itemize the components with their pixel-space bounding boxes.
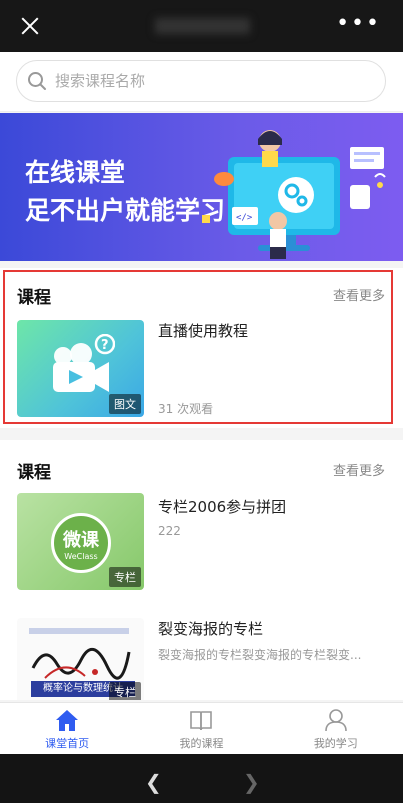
search-input[interactable] (55, 69, 375, 93)
course-subtitle: 222 (158, 524, 181, 538)
banner-illustration: </> (202, 130, 386, 259)
course-title[interactable]: 专栏2006参与拼团 (158, 496, 286, 517)
section-title: 课程 (17, 288, 51, 308)
search-box[interactable] (16, 60, 386, 102)
tab-home[interactable]: 课堂首页 (0, 703, 134, 754)
section-title: 课程 (17, 463, 51, 483)
forward-arrow-icon[interactable]: ❯ (243, 770, 260, 794)
course-section-2: 课程 查看更多 微课 WeClass 专栏 专栏2006参与拼团 222 概率论… (0, 440, 403, 700)
content-type-badge: 图文 (109, 394, 141, 414)
svg-text:</>: </> (236, 213, 253, 223)
course-thumbnail[interactable]: 微课 WeClass 专栏 (17, 493, 144, 590)
tab-my-learning[interactable]: 我的学习 (269, 703, 403, 754)
calligraphy-art (31, 648, 131, 680)
view-more-link[interactable]: 查看更多 (333, 285, 385, 304)
book-icon (190, 711, 213, 731)
tab-label: 我的学习 (313, 737, 358, 750)
user-icon (325, 709, 347, 732)
top-bar: ••• (0, 0, 403, 52)
banner-headline: 在线课堂 (25, 158, 126, 187)
video-camera-icon: ? (53, 334, 115, 392)
weclass-logo: 微课 WeClass (51, 513, 111, 573)
bottom-tab-bar: 课堂首页 我的课程 我的学习 (0, 702, 403, 754)
course-thumbnail[interactable]: ? 图文 (17, 320, 144, 417)
back-arrow-icon[interactable]: ❮ (145, 770, 162, 794)
page-title-blurred (155, 18, 250, 34)
content-type-badge: 专栏 (109, 567, 141, 587)
promo-banner[interactable]: 在线课堂 足不出户就能学习 </> (0, 113, 403, 261)
view-more-link[interactable]: 查看更多 (333, 460, 385, 479)
content-type-badge: 专栏 (109, 682, 141, 700)
banner-subheadline: 足不出户就能学习 (25, 196, 226, 225)
tab-label: 我的课程 (179, 737, 224, 750)
view-count: 31 次观看 (158, 402, 214, 416)
tab-label: 课堂首页 (45, 737, 90, 750)
course-subtitle: 裂变海报的专栏裂变海报的专栏裂变... (158, 648, 362, 662)
course-title[interactable]: 直播使用教程 (158, 320, 248, 341)
tab-my-courses[interactable]: 我的课程 (134, 703, 268, 754)
course-section-1: 课程 查看更多 ? 图文 直播使用教程 31 次观看 (0, 268, 403, 428)
more-options-icon[interactable]: ••• (336, 13, 381, 35)
thumbnail-header-strip (29, 628, 129, 634)
course-title[interactable]: 裂变海报的专栏 (158, 618, 263, 639)
home-icon (56, 710, 79, 731)
close-icon[interactable] (20, 16, 40, 36)
search-bar-container (0, 52, 403, 112)
browser-nav-bar: ❮ ❯ (0, 754, 403, 803)
course-thumbnail[interactable]: 概率论与数理统计 专栏 (17, 618, 144, 700)
search-icon (28, 72, 46, 90)
svg-text:?: ? (101, 338, 109, 353)
